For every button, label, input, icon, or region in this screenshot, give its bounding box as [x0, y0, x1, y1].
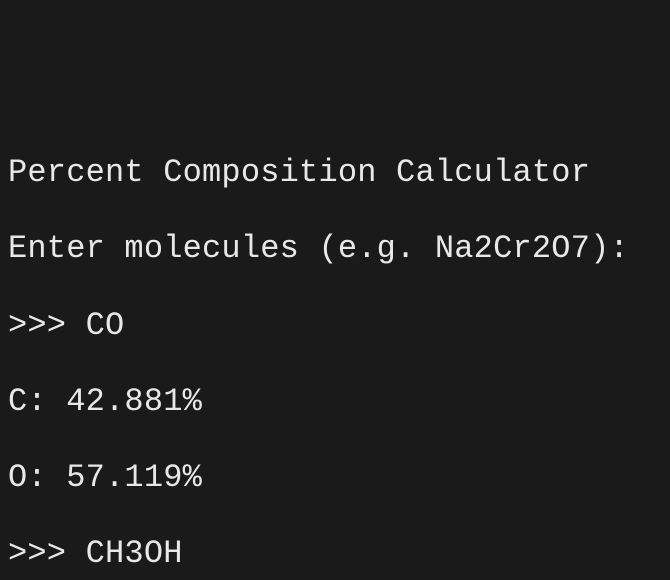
prompt-symbol: >>> [8, 307, 86, 345]
result-line: C: 42.881% [8, 383, 662, 421]
result-line: O: 57.119% [8, 459, 662, 497]
user-input: CO [86, 307, 125, 345]
repl-entry: >>> CH3OH [8, 535, 662, 573]
instruction-text: Enter molecules (e.g. Na2Cr2O7): [8, 230, 662, 268]
app-title: Percent Composition Calculator [8, 154, 662, 192]
prompt-symbol: >>> [8, 535, 86, 573]
repl-entry: >>> CO [8, 307, 662, 345]
user-input: CH3OH [86, 535, 183, 573]
